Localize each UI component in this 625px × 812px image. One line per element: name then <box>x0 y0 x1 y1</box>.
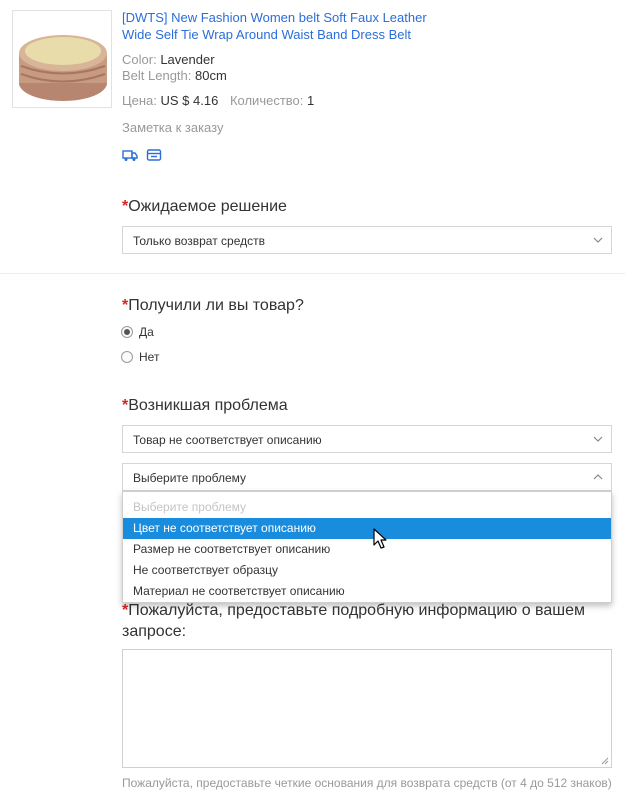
radio-no-control[interactable] <box>121 351 133 363</box>
radio-no-label: Нет <box>139 350 160 364</box>
expected-solution-value: Только возврат средств <box>133 234 265 248</box>
resize-grip-icon[interactable] <box>601 757 609 765</box>
section-divider <box>0 273 625 274</box>
mouse-cursor-icon <box>373 528 387 549</box>
radio-yes-control[interactable] <box>121 326 133 338</box>
radio-yes-label: Да <box>139 325 154 339</box>
problem-type-select[interactable]: Товар не соответствует описанию <box>122 425 612 453</box>
price-value: US $ 4.16 <box>160 93 219 108</box>
problem-detail-dropdown[interactable]: Выберите проблему Цвет не соответствует … <box>122 491 612 603</box>
dropdown-option-sample[interactable]: Не соответствует образцу <box>123 560 611 581</box>
quantity-label: Количество: <box>229 93 304 108</box>
received-label: Получили ли вы товар? <box>128 297 304 314</box>
color-label: Color: <box>122 52 157 67</box>
details-textarea[interactable] <box>122 649 612 768</box>
problem-heading: *Возникшая проблема <box>122 396 288 416</box>
chevron-down-icon <box>593 237 603 243</box>
color-value: Lavender <box>160 52 215 67</box>
dropdown-option-material[interactable]: Материал не соответствует описанию <box>123 581 611 602</box>
radio-no[interactable]: Нет <box>121 350 159 364</box>
radio-yes[interactable]: Да <box>121 325 154 339</box>
problem-type-value: Товар не соответствует описанию <box>133 433 322 447</box>
expected-solution-heading: *Ожидаемое решение <box>122 197 287 217</box>
order-card-icon[interactable] <box>146 148 162 162</box>
received-heading: *Получили ли вы товар? <box>122 296 304 316</box>
product-color: Color: Lavender <box>122 52 215 68</box>
product-price-quantity: Цена: US $ 4.16 Количество: 1 <box>122 93 314 109</box>
quantity-value: 1 <box>307 93 315 108</box>
product-title-link[interactable]: [DWTS] New Fashion Women belt Soft Faux … <box>122 9 452 43</box>
details-hint: Пожалуйста, предоставьте четкие основани… <box>122 776 612 790</box>
product-thumbnail[interactable] <box>12 10 112 108</box>
details-heading: *Пожалуйста, предоставьте подробную инфо… <box>122 600 617 642</box>
expected-solution-select[interactable]: Только возврат средств <box>122 226 612 254</box>
chevron-up-icon <box>593 474 603 480</box>
dropdown-option-placeholder: Выберите проблему <box>133 500 247 514</box>
details-label: Пожалуйста, предоставьте подробную инфор… <box>122 602 585 640</box>
chevron-down-icon <box>593 436 603 442</box>
truck-icon[interactable] <box>122 148 138 162</box>
belt-length-label: Belt Length: <box>122 68 192 83</box>
problem-detail-select[interactable]: Выберите проблему <box>122 463 612 491</box>
product-belt-length: Belt Length: 80cm <box>122 68 227 84</box>
dropdown-option-size[interactable]: Размер не соответствует описанию <box>123 539 611 560</box>
price-label: Цена: <box>122 93 157 108</box>
order-note-link[interactable]: Заметка к заказу <box>122 120 223 135</box>
expected-solution-label: Ожидаемое решение <box>128 198 287 215</box>
problem-detail-value: Выберите проблему <box>133 471 247 485</box>
belt-length-value: 80cm <box>195 68 227 83</box>
dropdown-option-color[interactable]: Цвет не соответствует описанию <box>123 518 611 539</box>
problem-label: Возникшая проблема <box>128 397 288 414</box>
